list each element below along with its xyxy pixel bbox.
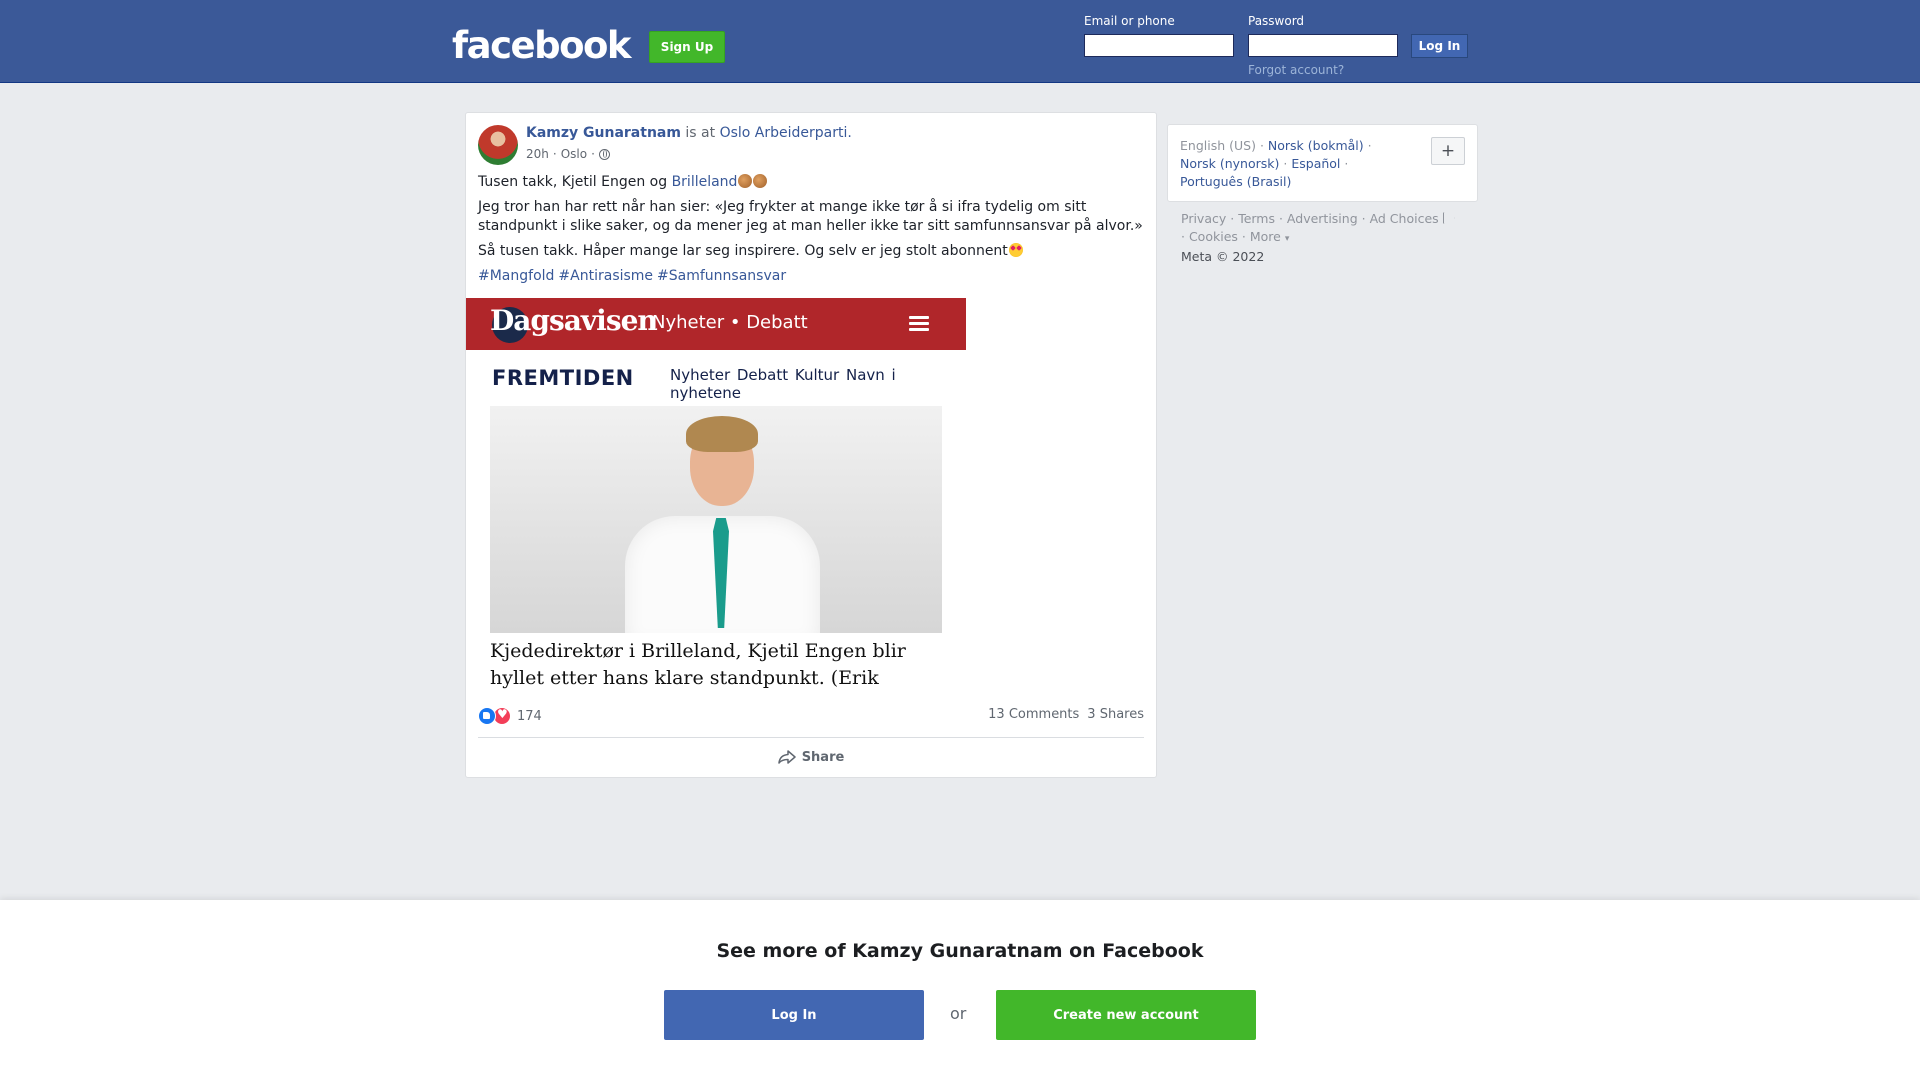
email-field[interactable] [1084, 34, 1234, 57]
language-link[interactable]: Norsk (bokmål) [1268, 138, 1364, 153]
top-navigation-bar: facebook Sign Up Email or phone Password… [0, 0, 1920, 83]
post-author-link[interactable]: Kamzy Gunaratnam [526, 125, 681, 141]
hashtag-link[interactable]: #Mangfold [478, 268, 554, 284]
reactions-summary[interactable]: 174 [478, 707, 542, 725]
language-link[interactable]: Norsk (nynorsk) [1180, 156, 1279, 171]
more-languages-button[interactable]: + [1431, 137, 1465, 165]
forgot-account-link[interactable]: Forgot account? [1248, 63, 1344, 77]
language-link[interactable]: Português (Brasil) [1180, 174, 1291, 189]
shares-count-link[interactable]: 3 Shares [1087, 707, 1144, 722]
ad-choices-icon [1442, 212, 1455, 224]
bottom-log-in-button[interactable]: Log In [664, 990, 924, 1040]
portrait-photo [490, 406, 942, 633]
more-label: More [1249, 229, 1281, 244]
section-title: FREMTIDEN [492, 366, 634, 390]
avatar[interactable] [478, 125, 518, 165]
language-selector: English (US) · Norsk (bokmål) · Norsk (n… [1167, 124, 1478, 202]
post-line-3-text: Så tusen takk. Håper mange lar seg inspi… [478, 243, 1008, 259]
star-struck-emoji-icon [1008, 243, 1023, 257]
ad-choices-label: Ad Choices [1369, 211, 1439, 226]
post-line-1: Tusen takk, Kjetil Engen og Brilleland [478, 173, 1146, 192]
nut-emoji-icon [738, 174, 753, 188]
hashtags: #Mangfold #Antirasisme #Samfunnsansvar [478, 267, 1146, 286]
login-prompt-title: See more of Kamzy Gunaratnam on Facebook [716, 940, 1204, 962]
dagsavisen-header: Dagsavisen Nyheter • Debatt [466, 298, 966, 350]
log-in-button[interactable]: Log In [1411, 34, 1468, 58]
hashtag-link[interactable]: #Samfunnsansvar [657, 268, 786, 284]
footer-link-cookies[interactable]: Cookies [1189, 229, 1238, 244]
brilleland-link[interactable]: Brilleland [672, 174, 738, 190]
dagsavisen-nav: Nyheter • Debatt [652, 312, 808, 333]
create-account-button[interactable]: Create new account [996, 990, 1256, 1040]
globe-icon [598, 148, 610, 160]
footer-links: Privacy · Terms · Advertising · Ad Choic… [1181, 210, 1481, 266]
section-nav: Nyheter Debatt Kultur Navn i nyhetene [670, 366, 896, 402]
footer-link-ad-choices[interactable]: Ad Choices [1370, 211, 1455, 226]
footer-link-more[interactable]: More ▾ [1250, 229, 1290, 244]
post-text: Tusen takk, Kjetil Engen og Brilleland J… [478, 173, 1146, 292]
share-button[interactable]: Share [478, 741, 1144, 773]
or-separator: or [950, 1004, 967, 1023]
current-language: English (US) [1180, 138, 1256, 153]
language-list: English (US) · Norsk (bokmål) · Norsk (n… [1180, 138, 1372, 189]
copyright: Meta © 2022 [1181, 249, 1265, 264]
post-card: Kamzy Gunaratnam is at Oslo Arbeiderpart… [465, 112, 1157, 778]
like-reaction-icon [478, 707, 496, 725]
footer-link-terms[interactable]: Terms [1238, 211, 1275, 226]
reaction-count: 174 [517, 708, 542, 724]
footer-link-advertising[interactable]: Advertising [1287, 211, 1358, 226]
meta-separator: · [591, 147, 595, 161]
meta-separator: · [552, 147, 557, 161]
email-label: Email or phone [1084, 14, 1175, 28]
post-header: Kamzy Gunaratnam is at Oslo Arbeiderpart… [526, 125, 852, 141]
dagsavisen-logo: Dagsavisen [490, 304, 658, 337]
person-hair [686, 416, 758, 452]
share-label: Share [801, 749, 845, 765]
shared-image[interactable]: Dagsavisen Nyheter • Debatt FREMTIDEN Ny… [466, 298, 966, 695]
comments-count-link[interactable]: 13 Comments [988, 707, 1079, 722]
post-meta: 20h · Oslo · [526, 147, 610, 161]
nut-emoji-icon [753, 174, 768, 188]
post-line-3: Så tusen takk. Håper mange lar seg inspi… [478, 242, 1146, 261]
place-link[interactable]: Oslo Arbeiderparti. [720, 125, 852, 141]
menu-icon [909, 316, 929, 332]
divider [478, 737, 1144, 738]
footer-link-privacy[interactable]: Privacy [1181, 211, 1226, 226]
password-field[interactable] [1248, 34, 1398, 57]
login-prompt-panel: See more of Kamzy Gunaratnam on Facebook… [0, 900, 1920, 1080]
post-line-2: Jeg tror han har rett når han sier: «Jeg… [478, 199, 1143, 234]
post-stats: 13 Comments 3 Shares [988, 707, 1144, 722]
is-at-text: is at [685, 125, 716, 141]
hashtag-link[interactable]: #Antirasisme [558, 268, 653, 284]
password-label: Password [1248, 14, 1305, 28]
sign-up-button[interactable]: Sign Up [649, 31, 725, 63]
caret-down-icon: ▾ [1284, 234, 1290, 244]
share-icon [777, 750, 796, 764]
facebook-logo[interactable]: facebook [452, 24, 632, 67]
post-time[interactable]: 20h [526, 147, 549, 161]
post-line-1-text: Tusen takk, Kjetil Engen og [478, 174, 668, 190]
language-link[interactable]: Español [1291, 156, 1340, 171]
image-caption: Kjededirektør i Brilleland, Kjetil Engen… [490, 640, 906, 695]
post-location[interactable]: Oslo [561, 147, 587, 161]
